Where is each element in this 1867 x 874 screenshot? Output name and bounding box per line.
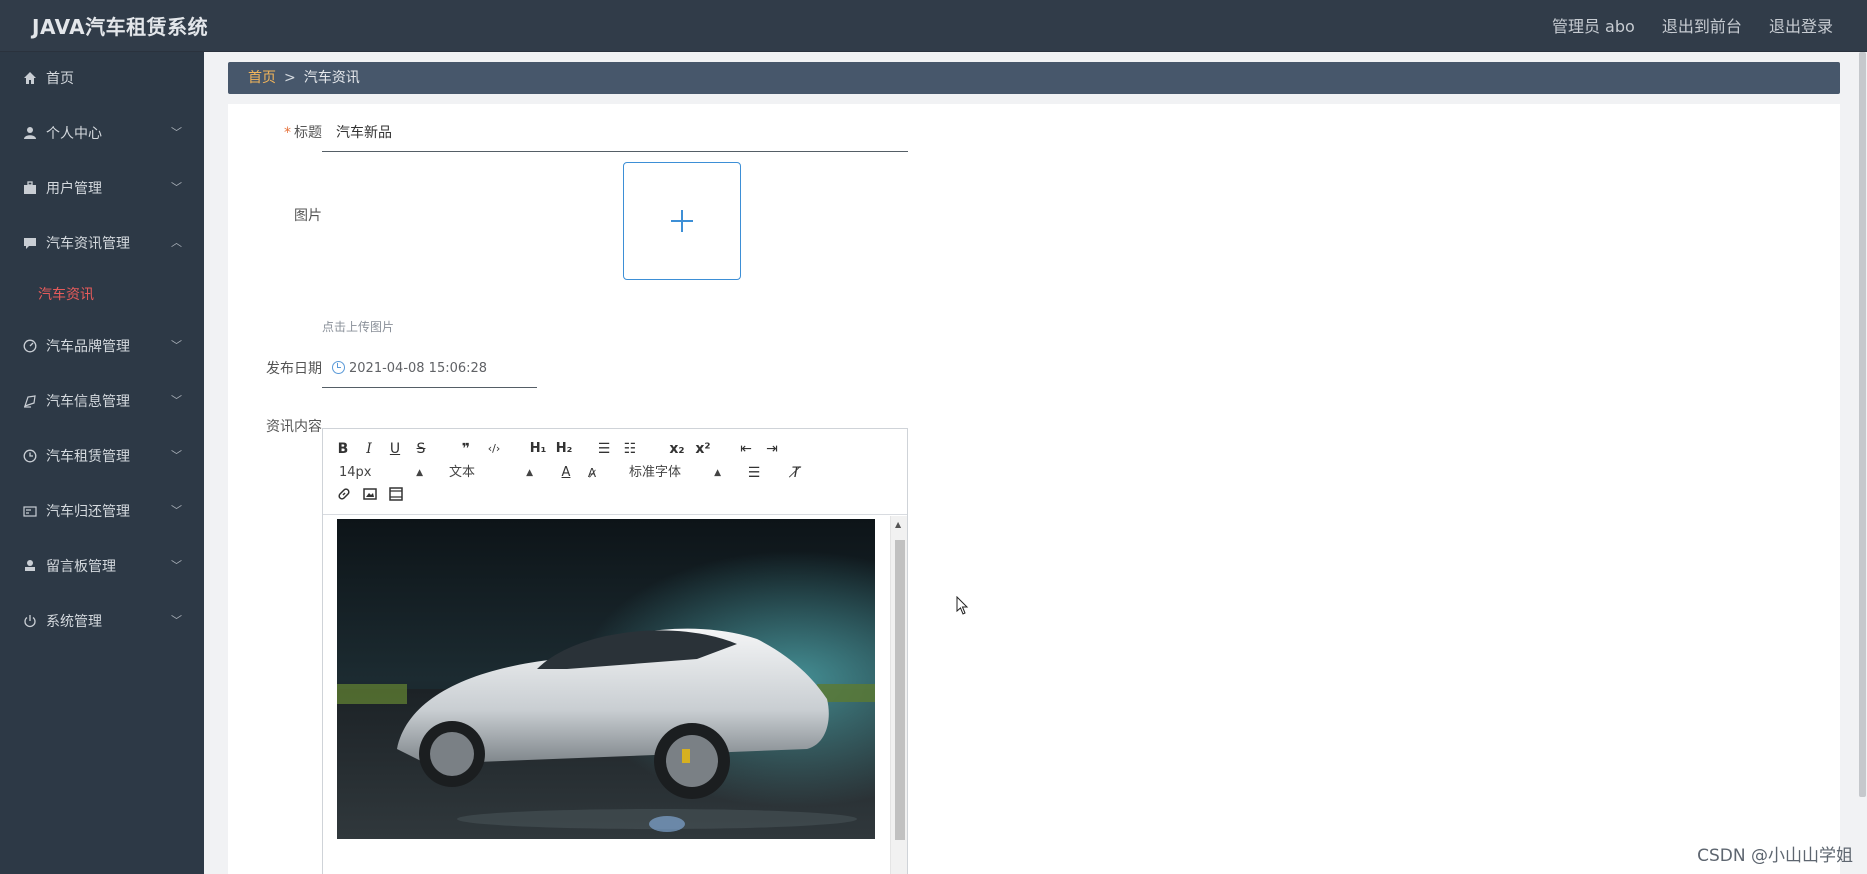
chevron-down-icon: ﹀ xyxy=(171,449,182,462)
page-scrollbar-thumb[interactable] xyxy=(1859,52,1866,797)
car-icon xyxy=(22,394,38,410)
sidebar-item-system-management[interactable]: 系统管理 ﹀ xyxy=(0,602,204,642)
sidebar-item-brand-management[interactable]: 汽车品牌管理 ﹀ xyxy=(0,327,204,367)
rich-text-editor[interactable]: B I U S ❞ ‹/› H₁ H₂ ☰ ☷ x₂ x² ⇤ ⇥ 14px ▲ … xyxy=(322,428,908,874)
clock-icon xyxy=(332,361,345,374)
chevron-down-icon: ﹀ xyxy=(171,181,182,194)
sidebar-item-rental-management[interactable]: 汽车租赁管理 ﹀ xyxy=(0,437,204,477)
subscript-button[interactable]: x₂ xyxy=(667,439,687,459)
strike-button[interactable]: S xyxy=(413,439,429,459)
image-upload-button[interactable] xyxy=(623,162,741,280)
chevron-down-icon: ﹀ xyxy=(171,394,182,407)
clock-icon xyxy=(22,449,38,465)
font-color-icon[interactable]: A xyxy=(557,463,575,483)
sidebar: 首页 个人中心 ﹀ 用户管理 ﹀ 汽车资讯管理 ︿ 汽车资讯 汽车品牌管理 ﹀ … xyxy=(0,52,204,874)
text-style-select[interactable]: 文本 ▲ xyxy=(449,463,533,483)
logout-link[interactable]: 退出登录 xyxy=(1769,17,1833,36)
bullet-list-button[interactable]: ☷ xyxy=(621,439,639,459)
title-label: * 标题 xyxy=(284,125,322,141)
editor-content[interactable] xyxy=(323,516,907,874)
breadcrumb: 首页 > 汽车资讯 xyxy=(228,62,1840,94)
mouse-cursor-icon xyxy=(956,596,969,615)
ordered-list-button[interactable]: ☰ xyxy=(595,439,613,459)
power-icon xyxy=(22,614,38,630)
italic-button[interactable]: I xyxy=(361,439,377,459)
blockquote-button[interactable]: ❞ xyxy=(457,439,475,459)
heading2-button[interactable]: H₂ xyxy=(553,439,575,459)
breadcrumb-separator: > xyxy=(284,70,296,86)
sidebar-item-personal-center[interactable]: 个人中心 ﹀ xyxy=(0,114,204,154)
sidebar-item-car-info-management[interactable]: 汽车信息管理 ﹀ xyxy=(0,382,204,422)
sidebar-item-user-management[interactable]: 用户管理 ﹀ xyxy=(0,169,204,209)
publish-date-label: 发布日期 xyxy=(266,361,322,377)
sidebar-subitem-news[interactable]: 汽车资讯 xyxy=(38,275,94,315)
briefcase-icon xyxy=(22,181,38,197)
image-icon[interactable] xyxy=(361,487,379,507)
sidebar-item-message-board[interactable]: 留言板管理 ﹀ xyxy=(0,547,204,587)
editor-scrollbar[interactable]: ▲ xyxy=(890,516,907,874)
watermark: CSDN @小山山学姐 xyxy=(1697,846,1853,866)
top-navbar: JAVA汽车租赁系统 管理员 abo 退出到前台 退出登录 xyxy=(0,0,1867,52)
card-icon xyxy=(22,504,38,520)
user-icon xyxy=(22,126,38,142)
sidebar-item-news-management[interactable]: 汽车资讯管理 ︿ xyxy=(0,224,204,264)
breadcrumb-home[interactable]: 首页 xyxy=(248,70,276,86)
select-arrow-icon: ▲ xyxy=(526,468,533,478)
bold-button[interactable]: B xyxy=(335,439,351,459)
person-icon xyxy=(22,559,38,575)
heading1-button[interactable]: H₁ xyxy=(527,439,549,459)
scrollbar-thumb[interactable] xyxy=(895,540,905,840)
content-label: 资讯内容 xyxy=(266,419,322,435)
exit-to-front-link[interactable]: 退出到前台 xyxy=(1662,17,1742,36)
code-block-button[interactable]: ‹/› xyxy=(483,439,505,459)
upload-tip: 点击上传图片 xyxy=(322,320,395,334)
chevron-up-icon: ︿ xyxy=(171,236,182,249)
indent-button[interactable]: ⇥ xyxy=(763,439,781,459)
superscript-button[interactable]: x² xyxy=(693,439,713,459)
background-color-icon[interactable]: A̷ xyxy=(583,463,601,483)
header-links: 管理员 abo 退出到前台 退出登录 xyxy=(1530,0,1833,54)
title-input[interactable]: 汽车新品 xyxy=(322,114,908,152)
sidebar-item-home[interactable]: 首页 xyxy=(0,59,204,99)
page-scrollbar[interactable] xyxy=(1858,52,1867,874)
font-family-select[interactable]: 标准字体 ▲ xyxy=(629,463,721,483)
video-icon[interactable] xyxy=(387,487,405,507)
news-form: * 标题 汽车新品 图片 点击上传图片 发布日期 2021-04-08 15:06… xyxy=(228,104,1840,874)
image-label: 图片 xyxy=(294,208,322,224)
home-icon xyxy=(22,71,38,87)
chat-icon xyxy=(22,236,38,252)
chevron-down-icon: ﹀ xyxy=(171,339,182,352)
font-size-select[interactable]: 14px ▲ xyxy=(339,463,423,483)
chevron-down-icon: ﹀ xyxy=(171,614,182,627)
select-arrow-icon: ▲ xyxy=(416,468,423,478)
gauge-icon xyxy=(22,339,38,355)
chevron-down-icon: ﹀ xyxy=(171,126,182,139)
align-icon[interactable]: ☰ xyxy=(745,463,763,483)
publish-date-picker[interactable]: 2021-04-08 15:06:28 xyxy=(322,350,537,388)
breadcrumb-current: 汽车资讯 xyxy=(303,70,360,86)
required-mark: * xyxy=(284,125,291,141)
select-arrow-icon: ▲ xyxy=(714,468,721,478)
main-content: 首页 > 汽车资讯 * 标题 汽车新品 图片 点击上传图片 发布日期 2021-04-… xyxy=(204,52,1867,874)
chevron-down-icon: ﹀ xyxy=(171,504,182,517)
link-icon[interactable] xyxy=(335,487,353,507)
scroll-up-arrow-icon[interactable]: ▲ xyxy=(895,520,901,529)
outdent-button[interactable]: ⇤ xyxy=(737,439,755,459)
chevron-down-icon: ﹀ xyxy=(171,559,182,572)
clear-format-icon[interactable]: T̸ xyxy=(787,463,805,483)
admin-user-label[interactable]: 管理员 abo xyxy=(1552,17,1635,36)
editor-toolbar: B I U S ❞ ‹/› H₁ H₂ ☰ ☷ x₂ x² ⇤ ⇥ 14px ▲ … xyxy=(323,429,907,515)
app-title: JAVA汽车租赁系统 xyxy=(32,15,209,39)
sidebar-item-return-management[interactable]: 汽车归还管理 ﹀ xyxy=(0,492,204,532)
car-image xyxy=(337,519,875,839)
underline-button[interactable]: U xyxy=(387,439,403,459)
